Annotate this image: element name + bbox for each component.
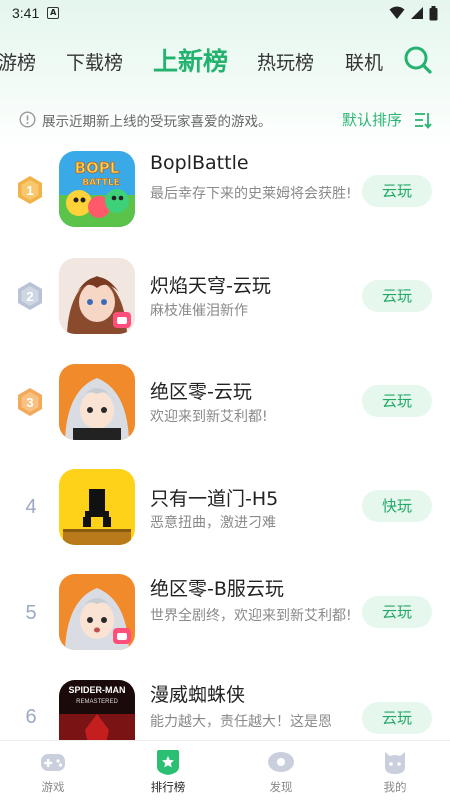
game-icon[interactable] bbox=[59, 574, 135, 650]
cloud-play-button[interactable]: 云玩 bbox=[362, 702, 432, 734]
nav-discover[interactable]: 发现 bbox=[246, 747, 316, 795]
profile-icon bbox=[385, 752, 405, 774]
tab-multiplayer[interactable]: 联机 bbox=[345, 48, 383, 75]
game-title[interactable]: BoplBattle bbox=[150, 152, 249, 174]
ranking-tabs: 游榜 下载榜 上新榜 热玩榜 联机 bbox=[0, 36, 450, 86]
notification-icon: A bbox=[47, 7, 60, 19]
cloud-play-button[interactable]: 云玩 bbox=[362, 175, 432, 207]
bronze-medal-icon: 3 bbox=[18, 388, 42, 416]
game-description: 世界全剧终，欢迎来到新艾利都! bbox=[150, 608, 352, 624]
game-icon[interactable]: BOPL BATTLE bbox=[59, 151, 135, 227]
hint-bar: 展示近期新上线的受玩家喜爱的游戏。 默认排序 bbox=[0, 108, 450, 132]
discover-icon bbox=[268, 752, 294, 772]
nav-ranking[interactable]: 排行榜 bbox=[133, 747, 203, 795]
rank-number: 1 bbox=[26, 183, 33, 198]
gamepad-icon bbox=[41, 754, 65, 771]
tab-game-chart[interactable]: 游榜 bbox=[0, 48, 36, 75]
spiderman-logo-line1: SPIDER-MAN bbox=[68, 685, 125, 695]
battery-icon bbox=[429, 5, 438, 20]
game-title[interactable]: 炽焰天穹-云玩 bbox=[150, 271, 271, 298]
cloud-play-button[interactable]: 云玩 bbox=[362, 280, 432, 312]
rank-number: 3 bbox=[26, 395, 33, 410]
tab-downloads[interactable]: 下载榜 bbox=[66, 48, 123, 75]
tab-new[interactable]: 上新榜 bbox=[153, 42, 228, 78]
search-icon[interactable] bbox=[402, 44, 434, 76]
game-title[interactable]: 只有一道门-H5 bbox=[150, 484, 278, 511]
nav-label: 游戏 bbox=[41, 780, 65, 794]
list-item[interactable]: 1 BOPL BATTLE BoplBattle 最后幸存下来的史莱姆将会获胜!… bbox=[0, 146, 450, 252]
game-title[interactable]: 漫威蜘蛛侠 bbox=[150, 680, 245, 707]
spiderman-logo-line2: REMASTERED bbox=[76, 699, 118, 705]
rank-number: 2 bbox=[26, 289, 33, 304]
cloud-play-button[interactable]: 云玩 bbox=[362, 596, 432, 628]
hint-text: 展示近期新上线的受玩家喜爱的游戏。 bbox=[42, 114, 272, 130]
game-icon[interactable] bbox=[59, 469, 135, 545]
bottom-nav: 游戏 排行榜 发现 我的 bbox=[0, 740, 450, 800]
sort-button[interactable]: 默认排序 bbox=[342, 109, 402, 130]
game-description: 麻枝准催泪新作 bbox=[150, 303, 248, 319]
rank-number: 6 bbox=[25, 706, 37, 728]
silver-medal-icon: 2 bbox=[18, 282, 42, 310]
list-item[interactable]: 3 绝区零-云玩 欢迎来到新艾利都! 云玩 bbox=[0, 358, 450, 464]
info-icon bbox=[19, 111, 36, 128]
game-description: 能力越大，责任越大！这是恩 bbox=[150, 714, 332, 730]
game-description: 最后幸存下来的史莱姆将会获胜! bbox=[150, 186, 352, 202]
list-item[interactable]: 5 绝区零-B服云玩 世界全剧终，欢迎来到新艾利都! 云玩 bbox=[0, 570, 450, 676]
gold-medal-icon: 1 bbox=[18, 176, 42, 204]
game-icon[interactable] bbox=[59, 364, 135, 440]
nav-profile[interactable]: 我的 bbox=[360, 747, 430, 795]
nav-games[interactable]: 游戏 bbox=[18, 747, 88, 795]
cloud-play-button[interactable]: 云玩 bbox=[362, 385, 432, 417]
nav-label: 我的 bbox=[383, 780, 407, 794]
rank-number: 4 bbox=[25, 496, 37, 518]
signal-icon bbox=[411, 7, 423, 19]
nav-label: 排行榜 bbox=[150, 780, 186, 794]
wifi-icon bbox=[389, 6, 405, 19]
quick-play-button[interactable]: 快玩 bbox=[362, 490, 432, 522]
game-title[interactable]: 绝区零-B服云玩 bbox=[150, 574, 284, 601]
bopl-logo-line1: BOPL bbox=[75, 159, 120, 177]
tab-hot[interactable]: 热玩榜 bbox=[257, 48, 314, 75]
list-item[interactable]: 2 炽焰天穹-云玩 麻枝准催泪新作 云玩 bbox=[0, 252, 450, 358]
sort-icon[interactable] bbox=[414, 111, 432, 129]
game-description: 恶意扭曲，激进刁难 bbox=[150, 515, 276, 531]
nav-label: 发现 bbox=[269, 780, 293, 794]
bopl-logo-line2: BATTLE bbox=[82, 178, 120, 188]
game-icon[interactable] bbox=[59, 258, 135, 334]
game-title[interactable]: 绝区零-云玩 bbox=[150, 377, 252, 404]
list-item[interactable]: 4 只有一道门-H5 恶意扭曲，激进刁难 快玩 bbox=[0, 464, 450, 570]
game-description: 欢迎来到新艾利都! bbox=[150, 409, 268, 425]
rank-number: 5 bbox=[25, 602, 37, 624]
status-time: 3:41 bbox=[12, 5, 40, 21]
ranking-icon bbox=[157, 750, 179, 775]
status-bar: 3:41 A bbox=[0, 0, 450, 26]
